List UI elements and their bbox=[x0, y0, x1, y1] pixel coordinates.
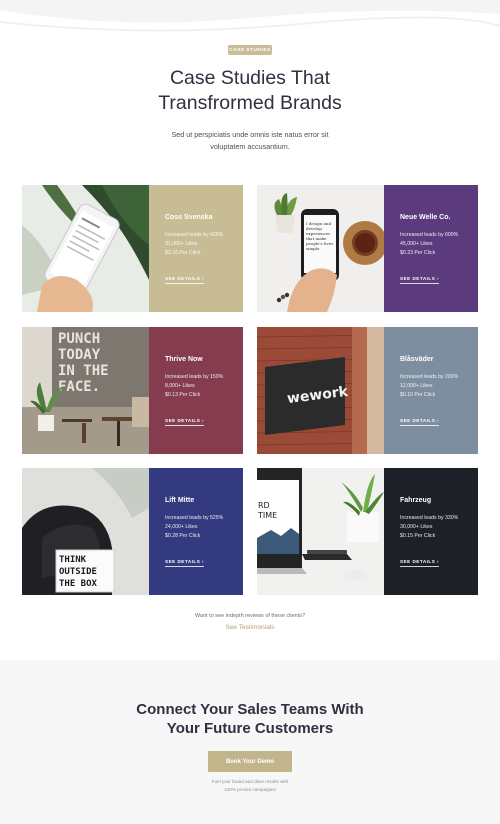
case-study-card[interactable]: wework Blåsväder Increased leads by 200%… bbox=[257, 327, 478, 454]
card-info: Lift Mitte Increased leads by 525% 24,00… bbox=[149, 468, 243, 595]
card-stat: Increased leads by 600% bbox=[400, 232, 459, 238]
card-title: Lift Mitte bbox=[165, 497, 195, 504]
card-info: Coss Svenska Increased leads by 425% 31,… bbox=[149, 185, 243, 312]
card-title: Thrive Now bbox=[165, 356, 203, 363]
cta-section: Connect Your Sales Teams With Your Futur… bbox=[0, 660, 500, 824]
card-info: Neue Welle Co. Increased leads by 600% 4… bbox=[384, 185, 478, 312]
card-title: Coss Svenska bbox=[165, 214, 213, 221]
punch-sign-line: IN THE bbox=[58, 363, 109, 379]
case-study-card[interactable]: I design and develop experiences that ma… bbox=[257, 185, 478, 312]
case-study-card[interactable]: PUNCH TODAY IN THE FACE. Thrive Now Incr… bbox=[22, 327, 243, 454]
see-details-link[interactable]: SEE DETAILS › bbox=[165, 559, 205, 567]
card-stat: 45,000+ Likes bbox=[400, 241, 433, 247]
card-stat: Increased leads by 150% bbox=[165, 374, 224, 380]
think-box-line: OUTSIDE bbox=[59, 567, 97, 577]
case-study-card[interactable]: THINK OUTSIDE THE BOX Lift Mitte Increas… bbox=[22, 468, 243, 595]
lightbox-sign-photo: THINK OUTSIDE THE BOX bbox=[22, 468, 149, 595]
cta-note: Fuel your brand and drive results with 1… bbox=[211, 779, 289, 792]
punch-sign-line: FACE. bbox=[58, 379, 100, 395]
card-stat: Increased leads by 425% bbox=[165, 232, 224, 238]
office-wall-photo: PUNCH TODAY IN THE FACE. bbox=[22, 327, 149, 454]
see-details-link[interactable]: SEE DETAILS › bbox=[400, 276, 440, 284]
page-title: Case Studies That Transfrormed Brands bbox=[158, 67, 342, 114]
laptop-screen-line: TIME bbox=[257, 511, 277, 520]
card-info: Fahrzeug Increased leads by 330% 30,000+… bbox=[384, 468, 478, 595]
think-box-line: THINK bbox=[59, 555, 87, 565]
card-stat: $0.16 Per Click bbox=[400, 392, 436, 398]
brick-wall-sign-photo: wework bbox=[257, 327, 384, 454]
card-stat: $0.23 Per Click bbox=[400, 250, 436, 256]
card-info: Thrive Now Increased leads by 150% 8,000… bbox=[149, 327, 243, 454]
punch-sign-line: TODAY bbox=[58, 347, 101, 363]
card-title: Neue Welle Co. bbox=[400, 214, 451, 221]
phone-hand-photo bbox=[22, 185, 149, 312]
card-stat: Increased leads by 330% bbox=[400, 515, 459, 521]
cta-title: Connect Your Sales Teams With Your Futur… bbox=[136, 701, 364, 737]
case-study-card[interactable]: Coss Svenska Increased leads by 425% 31,… bbox=[22, 185, 243, 312]
card-stat: 12,000+ Likes bbox=[400, 383, 433, 389]
phone-screen-line: simple. bbox=[306, 246, 321, 251]
punch-sign-line: PUNCH bbox=[58, 331, 100, 347]
card-stat: $0.28 Per Click bbox=[165, 533, 201, 539]
see-testimonials-link[interactable]: See Testimonials bbox=[0, 624, 500, 631]
card-info: Blåsväder Increased leads by 200% 12,000… bbox=[384, 327, 478, 454]
card-title: Blåsväder bbox=[400, 356, 434, 363]
page-subtitle: Sed ut perspiciatis unde omnis iste natu… bbox=[171, 130, 329, 151]
top-wave-decoration bbox=[0, 0, 500, 32]
card-stat: $3.16 Per Click bbox=[165, 250, 201, 256]
section-badge: CASE STUDIES bbox=[228, 45, 272, 55]
book-demo-button[interactable]: Book Your Demo bbox=[208, 751, 292, 772]
laptop-screen-line: RD bbox=[258, 501, 270, 510]
card-stat: 8,000+ Likes bbox=[165, 383, 195, 389]
see-details-link[interactable]: SEE DETAILS › bbox=[400, 418, 440, 426]
phone-coffee-photo: I design and develop experiences that ma… bbox=[257, 185, 384, 312]
card-stat: Increased leads by 200% bbox=[400, 374, 459, 380]
card-stat: $0.13 Per Click bbox=[165, 392, 201, 398]
card-stat: 24,000+ Likes bbox=[165, 524, 198, 530]
card-title: Fahrzeug bbox=[400, 497, 432, 504]
card-stat: Increased leads by 525% bbox=[165, 515, 224, 521]
case-study-card[interactable]: RD TIME Fahrzeug Increased leads by 330%… bbox=[257, 468, 478, 595]
see-details-link[interactable]: SEE DETAILS › bbox=[165, 276, 205, 284]
reviews-note: Want to see indepth reviews of these cli… bbox=[194, 613, 306, 619]
see-details-link[interactable]: SEE DETAILS › bbox=[165, 418, 205, 426]
card-stat: $0.15 Per Click bbox=[400, 533, 436, 539]
card-stat: 30,000+ Likes bbox=[400, 524, 433, 530]
see-details-link[interactable]: SEE DETAILS › bbox=[400, 559, 440, 567]
think-box-line: THE BOX bbox=[59, 579, 98, 589]
card-stat: 31,000+ Likes bbox=[165, 241, 198, 247]
laptop-desk-photo: RD TIME bbox=[257, 468, 384, 595]
